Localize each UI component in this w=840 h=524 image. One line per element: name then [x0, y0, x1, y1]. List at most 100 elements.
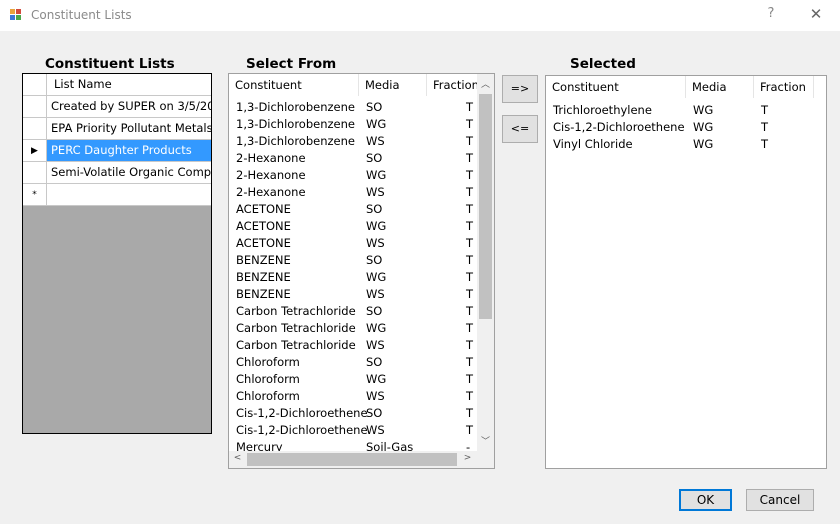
vertical-scrollbar[interactable]: ︿ ﹀ — [477, 74, 494, 451]
media-cell: SO — [366, 100, 383, 114]
fraction-column-header[interactable]: Fraction — [754, 76, 814, 98]
media-cell: WG — [366, 117, 387, 131]
window-title: Constituent Lists — [31, 8, 132, 22]
list-item[interactable]: 2-Hexanone WS T — [229, 184, 477, 201]
list-name-column-header[interactable]: List Name — [47, 74, 211, 96]
row-selector[interactable] — [23, 162, 47, 184]
list-item[interactable]: Chloroform WG T — [229, 371, 477, 388]
constituent-cell: Carbon Tetrachloride — [236, 338, 356, 352]
list-name-cell[interactable] — [47, 184, 211, 206]
scroll-up-arrow-icon[interactable]: ︿ — [477, 77, 494, 90]
title-bar: Constituent Lists ? ✕ — [0, 0, 840, 31]
add-selected-button[interactable]: => — [502, 75, 538, 103]
constituent-cell: 2-Hexanone — [236, 151, 306, 165]
media-cell: WG — [366, 270, 387, 284]
scroll-left-arrow-icon[interactable]: < — [229, 453, 246, 463]
list-item[interactable]: Carbon Tetrachloride WG T — [229, 320, 477, 337]
row-selector[interactable] — [23, 96, 47, 118]
fraction-column-header[interactable]: Fraction — [427, 74, 479, 96]
list-item[interactable]: Carbon Tetrachloride SO T — [229, 303, 477, 320]
constituent-lists-grid[interactable]: List Name Created by SUPER on 3/5/2003 E… — [22, 73, 212, 434]
media-cell: WG — [366, 168, 387, 182]
help-button[interactable]: ? — [762, 6, 780, 24]
select-from-header: Constituent Media Fraction — [229, 74, 479, 96]
fraction-cell: T — [466, 168, 474, 182]
grid-header: List Name — [23, 74, 211, 96]
fraction-cell: T — [466, 304, 474, 318]
constituent-cell: 2-Hexanone — [236, 185, 306, 199]
constituent-cell: Chloroform — [236, 372, 300, 386]
list-name-cell[interactable]: Created by SUPER on 3/5/2003 — [47, 96, 211, 118]
list-item[interactable]: Trichloroethylene WG T — [546, 102, 794, 119]
list-item[interactable]: Carbon Tetrachloride WS T — [229, 337, 477, 354]
selected-list[interactable]: Constituent Media Fraction Trichloroethy… — [545, 75, 827, 469]
scroll-thumb-horizontal[interactable] — [247, 453, 457, 466]
constituent-cell: ACETONE — [236, 202, 291, 216]
scroll-right-arrow-icon[interactable]: > — [459, 453, 476, 463]
list-item[interactable]: BENZENE SO T — [229, 252, 477, 269]
fraction-cell: T — [761, 120, 769, 134]
constituent-cell: Trichloroethylene — [553, 103, 652, 117]
list-item[interactable]: Cis-1,2-Dichloroethene WS T — [229, 422, 477, 439]
fraction-cell: T — [761, 103, 769, 117]
constituent-lists-heading: Constituent Lists — [45, 56, 175, 72]
list-row[interactable]: Semi-Volatile Organic Compou... — [23, 162, 211, 184]
list-name-cell[interactable]: Semi-Volatile Organic Compou... — [47, 162, 211, 184]
list-item[interactable]: Chloroform WS T — [229, 388, 477, 405]
scroll-down-arrow-icon[interactable]: ﹀ — [477, 434, 494, 447]
constituent-cell: ACETONE — [236, 236, 291, 250]
list-item[interactable]: Cis-1,2-Dichloroethene SO T — [229, 405, 477, 422]
current-row-arrow-icon[interactable]: ▶ — [23, 140, 47, 162]
select-from-list[interactable]: Constituent Media Fraction 1,3-Dichlorob… — [228, 73, 495, 469]
list-item[interactable]: 1,3-Dichlorobenzene SO T — [229, 99, 477, 116]
list-row-selected[interactable]: ▶ PERC Daughter Products — [23, 140, 211, 162]
constituent-column-header[interactable]: Constituent — [546, 76, 686, 98]
scroll-thumb[interactable] — [479, 94, 492, 319]
list-item[interactable]: Vinyl Chloride WG T — [546, 136, 794, 153]
fraction-cell: T — [466, 253, 474, 267]
list-row[interactable]: EPA Priority Pollutant Metals — [23, 118, 211, 140]
new-list-row[interactable]: * — [23, 184, 211, 206]
media-cell: SO — [366, 202, 383, 216]
constituent-cell: BENZENE — [236, 270, 291, 284]
list-item[interactable]: 2-Hexanone SO T — [229, 150, 477, 167]
app-icon — [10, 9, 23, 22]
media-cell: SO — [366, 304, 383, 318]
selected-heading: Selected — [570, 56, 636, 72]
horizontal-scrollbar[interactable]: < > — [229, 451, 477, 468]
fraction-cell: T — [466, 117, 474, 131]
list-item[interactable]: Cis-1,2-Dichloroethene WG T — [546, 119, 794, 136]
close-button[interactable]: ✕ — [806, 5, 826, 25]
media-cell: WS — [366, 185, 385, 199]
select-from-heading: Select From — [246, 56, 337, 72]
list-name-cell[interactable]: PERC Daughter Products — [47, 140, 211, 162]
list-item[interactable]: ACETONE SO T — [229, 201, 477, 218]
list-item[interactable]: ACETONE WG T — [229, 218, 477, 235]
row-selector[interactable] — [23, 118, 47, 140]
new-row-asterisk-icon[interactable]: * — [23, 184, 47, 206]
constituent-cell: Cis-1,2-Dichloroethene — [553, 120, 685, 134]
cancel-button[interactable]: Cancel — [746, 489, 814, 511]
media-column-header[interactable]: Media — [686, 76, 754, 98]
fraction-cell: T — [466, 423, 474, 437]
media-cell: WS — [366, 338, 385, 352]
list-item[interactable]: 1,3-Dichlorobenzene WS T — [229, 133, 477, 150]
list-item[interactable]: ACETONE WS T — [229, 235, 477, 252]
list-item[interactable]: Chloroform SO T — [229, 354, 477, 371]
constituent-column-header[interactable]: Constituent — [229, 74, 359, 96]
media-cell: WS — [366, 287, 385, 301]
list-name-cell[interactable]: EPA Priority Pollutant Metals — [47, 118, 211, 140]
constituent-cell: BENZENE — [236, 287, 291, 301]
remove-selected-button[interactable]: <= — [502, 115, 538, 143]
selected-header: Constituent Media Fraction — [546, 76, 826, 98]
scroll-corner — [477, 451, 494, 468]
media-column-header[interactable]: Media — [359, 74, 427, 96]
list-row[interactable]: Created by SUPER on 3/5/2003 — [23, 96, 211, 118]
fraction-cell: T — [466, 270, 474, 284]
list-item[interactable]: BENZENE WS T — [229, 286, 477, 303]
fraction-cell: T — [466, 219, 474, 233]
list-item[interactable]: 2-Hexanone WG T — [229, 167, 477, 184]
list-item[interactable]: 1,3-Dichlorobenzene WG T — [229, 116, 477, 133]
list-item[interactable]: BENZENE WG T — [229, 269, 477, 286]
ok-button[interactable]: OK — [679, 489, 732, 511]
